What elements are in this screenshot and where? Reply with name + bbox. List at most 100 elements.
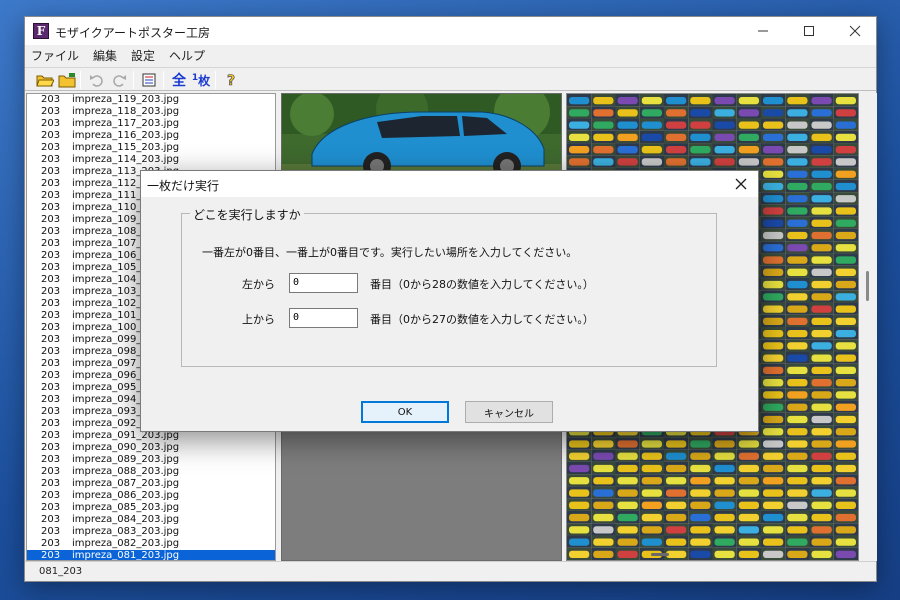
file-number: 203 xyxy=(41,322,61,333)
dialog-title: 一枚だけ実行 xyxy=(147,179,220,193)
menu-bar: ファイル 編集 設定 ヘルプ xyxy=(25,45,876,65)
left-index-input[interactable]: 0 xyxy=(289,273,358,293)
toolbar: 全 1枚 ? xyxy=(25,67,876,91)
file-number: 203 xyxy=(41,298,61,309)
file-number: 203 xyxy=(41,226,61,237)
undo-icon xyxy=(90,75,103,87)
file-list-item[interactable]: 203 impreza_088_203.jpg xyxy=(27,466,275,478)
top-index-input[interactable]: 0 xyxy=(289,308,358,328)
file-name: impreza_082_203.jpg xyxy=(72,538,180,549)
title-bar[interactable]: F モザイクアートポスター工房 xyxy=(25,17,876,45)
position-group: どこを実行しますか 一番左が0番目、一番上が0番目です。実行したい場所を入力して… xyxy=(181,206,717,367)
new-folder-button[interactable] xyxy=(57,70,77,90)
dialog-close-button[interactable] xyxy=(728,171,754,197)
file-list-item[interactable]: 203 impreza_081_203.jpg xyxy=(27,550,275,561)
file-number: 203 xyxy=(41,514,61,525)
file-name: impreza_119_203.jpg xyxy=(72,94,180,105)
undo-button[interactable] xyxy=(87,70,107,90)
file-name: impreza_089_203.jpg xyxy=(72,454,180,465)
file-list-item[interactable]: 203 impreza_116_203.jpg xyxy=(27,130,275,142)
file-list-item[interactable]: 203 impreza_083_203.jpg xyxy=(27,526,275,538)
file-number: 203 xyxy=(41,214,61,225)
file-list-item[interactable]: 203 impreza_119_203.jpg xyxy=(27,94,275,106)
file-number: 203 xyxy=(41,466,61,477)
file-number: 203 xyxy=(41,430,61,441)
file-number: 203 xyxy=(41,190,61,201)
open-folder-button[interactable] xyxy=(35,70,55,90)
file-name: impreza_103_2 xyxy=(72,286,148,297)
file-number: 203 xyxy=(41,94,61,105)
file-number: 203 xyxy=(41,130,61,141)
file-number: 203 xyxy=(41,538,61,549)
status-bar: 081_203 xyxy=(25,561,876,581)
app-icon: F xyxy=(33,23,49,39)
redo-icon xyxy=(113,75,126,87)
close-button[interactable] xyxy=(832,17,878,45)
file-list-item[interactable]: 203 impreza_118_203.jpg xyxy=(27,106,275,118)
all-icon: 全 xyxy=(172,73,186,89)
file-list-item[interactable]: 203 impreza_090_203.jpg xyxy=(27,442,275,454)
file-number: 203 xyxy=(41,274,61,285)
file-list-item[interactable]: 203 impreza_085_203.jpg xyxy=(27,502,275,514)
help-button[interactable]: ? xyxy=(221,70,241,90)
file-name: impreza_094_2 xyxy=(72,394,148,405)
file-list-item[interactable]: 203 impreza_089_203.jpg xyxy=(27,454,275,466)
new-folder-icon xyxy=(58,73,76,88)
file-name: impreza_098_2 xyxy=(72,346,148,357)
file-list-item[interactable]: 203 impreza_082_203.jpg xyxy=(27,538,275,550)
file-name: impreza_105_2 xyxy=(72,262,148,273)
dialog-title-bar[interactable]: 一枚だけ実行 xyxy=(141,171,758,197)
file-name: impreza_081_203.jpg xyxy=(72,550,180,561)
close-icon xyxy=(849,25,861,37)
toolbar-separator xyxy=(133,71,134,89)
ok-button[interactable]: OK xyxy=(361,401,449,423)
maximize-icon xyxy=(804,26,814,36)
file-name: impreza_097_2 xyxy=(72,358,148,369)
menu-file[interactable]: ファイル xyxy=(25,47,86,64)
maximize-button[interactable] xyxy=(786,17,832,45)
file-number: 203 xyxy=(41,382,61,393)
run-one-dialog: 一枚だけ実行 どこを実行しますか 一番左が0番目、一番上が0番目です。実行したい… xyxy=(140,170,759,432)
file-name: impreza_090_203.jpg xyxy=(72,442,180,453)
window-title: モザイクアートポスター工房 xyxy=(55,26,211,40)
file-name: impreza_087_203.jpg xyxy=(72,478,180,489)
redo-button[interactable] xyxy=(109,70,129,90)
group-label: どこを実行しますか xyxy=(190,206,304,223)
file-number: 203 xyxy=(41,118,61,129)
file-number: 203 xyxy=(41,142,61,153)
menu-help[interactable]: ヘルプ xyxy=(162,47,212,64)
file-number: 203 xyxy=(41,286,61,297)
file-list-item[interactable]: 203 impreza_115_203.jpg xyxy=(27,142,275,154)
svg-text:?: ? xyxy=(227,73,235,88)
scroll-thumb[interactable] xyxy=(866,271,869,301)
close-icon xyxy=(735,178,747,190)
file-name: impreza_095_2 xyxy=(72,382,148,393)
horizontal-scroll-thumb[interactable] xyxy=(651,553,669,556)
file-list-item[interactable]: 203 impreza_117_203.jpg xyxy=(27,118,275,130)
file-name: impreza_106_2 xyxy=(72,250,148,261)
list-button[interactable] xyxy=(139,70,159,90)
file-number: 203 xyxy=(41,370,61,381)
file-list-item[interactable]: 203 impreza_114_203.jpg xyxy=(27,154,275,166)
file-list-item[interactable]: 203 impreza_084_203.jpg xyxy=(27,514,275,526)
file-name: impreza_100_2 xyxy=(72,322,148,333)
minimize-button[interactable] xyxy=(740,17,786,45)
file-number: 203 xyxy=(41,238,61,249)
file-number: 203 xyxy=(41,202,61,213)
file-number: 203 xyxy=(41,358,61,369)
file-list-item[interactable]: 203 impreza_087_203.jpg xyxy=(27,478,275,490)
vertical-scrollbar[interactable] xyxy=(859,93,877,561)
menu-settings[interactable]: 設定 xyxy=(124,47,162,64)
file-number: 203 xyxy=(41,310,61,321)
menu-edit[interactable]: 編集 xyxy=(86,47,124,64)
file-name: impreza_088_203.jpg xyxy=(72,466,180,477)
one-sheet-icon: 1枚 xyxy=(192,72,210,89)
cancel-button[interactable]: キャンセル xyxy=(465,401,553,423)
one-sheet-button[interactable]: 1枚 xyxy=(191,70,211,90)
all-button[interactable]: 全 xyxy=(169,70,189,90)
file-list-item[interactable]: 203 impreza_086_203.jpg xyxy=(27,490,275,502)
left-label: 左から xyxy=(242,278,275,291)
file-name: impreza_117_203.jpg xyxy=(72,118,180,129)
file-number: 203 xyxy=(41,454,61,465)
file-number: 203 xyxy=(41,418,61,429)
